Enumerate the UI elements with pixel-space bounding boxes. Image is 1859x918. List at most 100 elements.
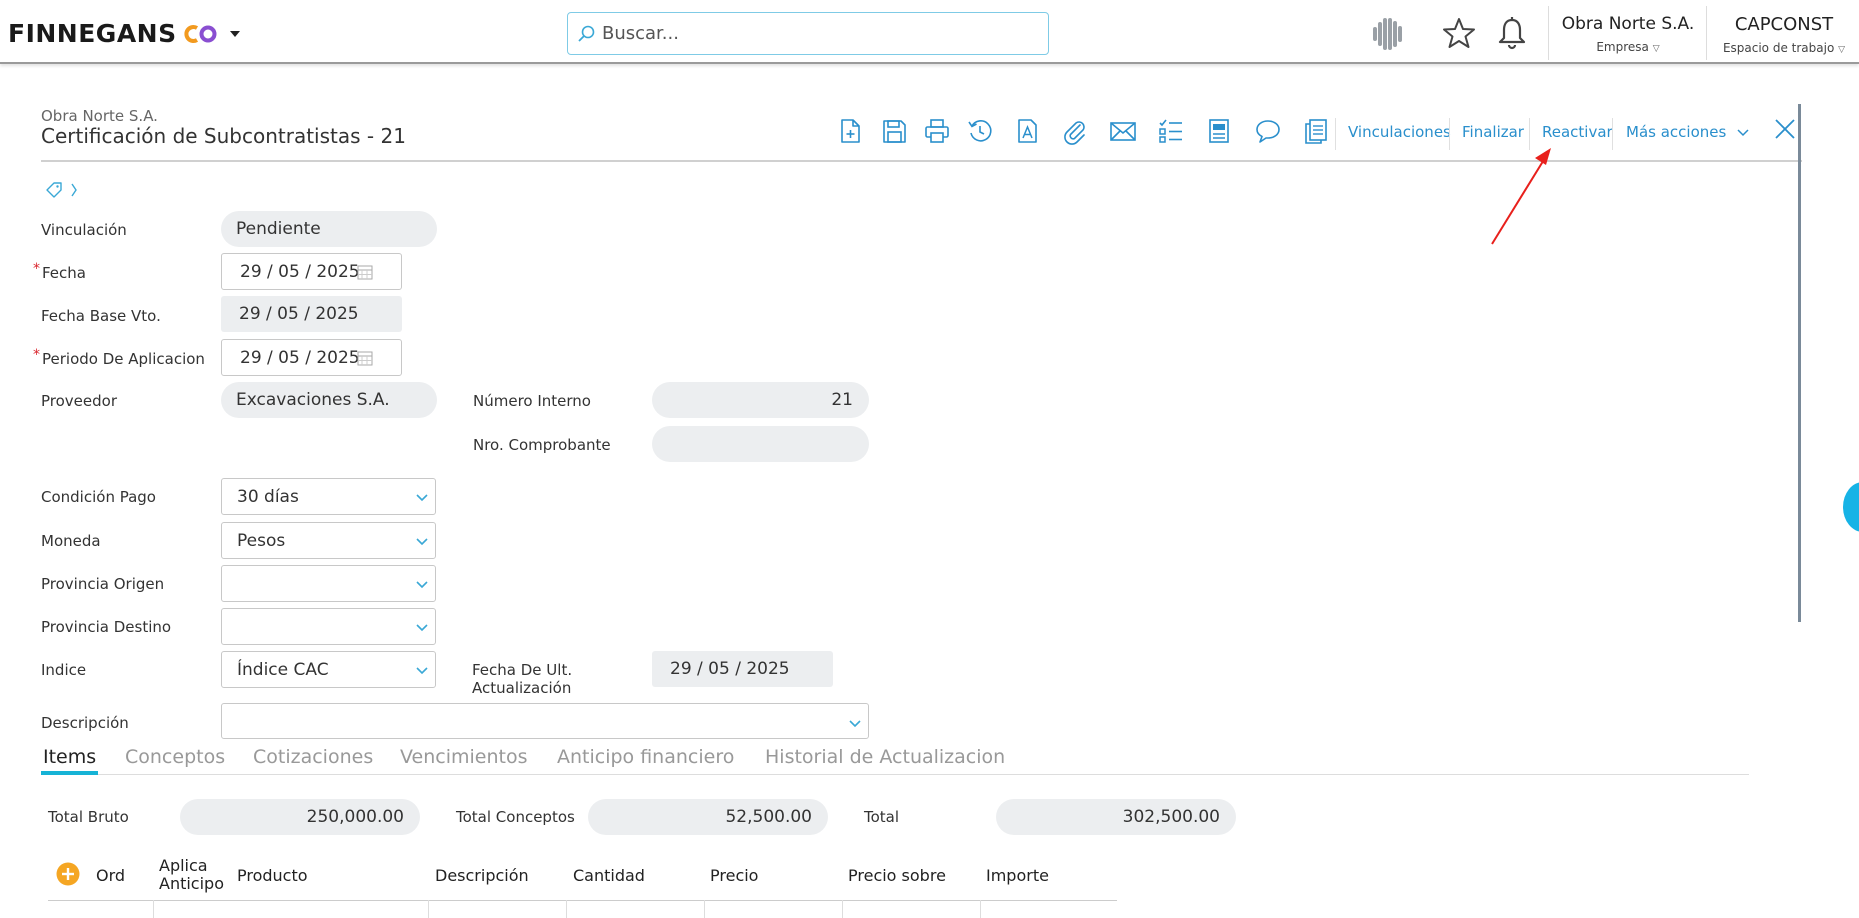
document-text-icon[interactable] xyxy=(1013,117,1041,145)
favorites-star-icon[interactable] xyxy=(1442,16,1476,50)
condicion-pago-select[interactable]: 30 días xyxy=(221,478,436,515)
column-header-importe[interactable]: Importe xyxy=(986,866,1049,885)
provincia-origen-label: Provincia Origen xyxy=(41,575,165,593)
divider xyxy=(1548,6,1549,60)
brand[interactable]: FINNEGANS xyxy=(8,19,241,48)
column-header-aplica-anticipo[interactable]: Aplica Anticipo xyxy=(159,857,224,893)
copy-icon[interactable] xyxy=(1302,117,1330,145)
attachment-icon[interactable] xyxy=(1061,117,1089,145)
fecha-label: Fecha xyxy=(42,264,86,282)
nro-comprobante-field xyxy=(652,426,869,462)
calendar-icon[interactable] xyxy=(357,264,373,280)
company-selector[interactable]: Obra Norte S.A. Empresa ▽ xyxy=(1550,14,1706,54)
brand-dropdown-icon[interactable] xyxy=(229,30,241,38)
floating-help-button[interactable] xyxy=(1843,482,1859,532)
column-header-descripcion[interactable]: Descripción xyxy=(435,866,529,885)
search-icon xyxy=(578,25,595,42)
fecha-value: 29 / 05 / 2025 xyxy=(240,261,360,282)
notifications-bell-icon[interactable] xyxy=(1497,16,1527,50)
column-header-producto[interactable]: Producto xyxy=(237,866,308,885)
periodo-label: Periodo De Aplicacion xyxy=(42,350,205,368)
workspace-sub-label: Espacio de trabajo xyxy=(1722,41,1835,55)
search-box[interactable] xyxy=(567,12,1049,55)
divider xyxy=(1529,118,1530,150)
new-document-icon[interactable] xyxy=(836,117,864,145)
header-company: Obra Norte S.A. xyxy=(41,107,158,125)
tag-icon[interactable] xyxy=(44,181,84,201)
chevron-down-icon xyxy=(416,624,428,632)
proveedor-label: Proveedor xyxy=(41,392,117,410)
column-header-precio[interactable]: Precio xyxy=(710,866,758,885)
scrollbar[interactable] xyxy=(1798,104,1801,622)
chevron-down-icon xyxy=(1737,128,1749,136)
periodo-date-input[interactable]: 29 / 05 / 2025 xyxy=(221,339,402,376)
header-divider xyxy=(41,160,1802,162)
vinculaciones-button[interactable]: Vinculaciones xyxy=(1348,123,1451,141)
fecha-ult-act-label-line1: Fecha De Ult. xyxy=(472,661,573,679)
periodo-value: 29 / 05 / 2025 xyxy=(240,347,360,368)
column-header-precio-sobre[interactable]: Precio sobre xyxy=(848,866,946,885)
moneda-select[interactable]: Pesos xyxy=(221,522,436,559)
divider xyxy=(1335,118,1336,150)
email-icon[interactable] xyxy=(1109,117,1137,145)
numero-interno-field: 21 xyxy=(652,382,869,418)
tab-historial-actualizacion[interactable]: Historial de Actualizacion xyxy=(765,746,1005,768)
descripcion-input[interactable] xyxy=(221,703,869,739)
indice-label: Indice xyxy=(41,661,87,679)
fecha-date-input[interactable]: 29 / 05 / 2025 xyxy=(221,253,402,290)
chevron-down-icon xyxy=(416,667,428,675)
tab-vencimientos[interactable]: Vencimientos xyxy=(400,746,527,768)
company-name: Obra Norte S.A. xyxy=(1561,14,1695,34)
tab-items[interactable]: Items xyxy=(43,746,96,768)
report-icon[interactable] xyxy=(1205,117,1233,145)
indice-value: Índice CAC xyxy=(237,659,329,680)
indice-select[interactable]: Índice CAC xyxy=(221,651,436,688)
add-row-icon[interactable] xyxy=(56,862,80,886)
tabs-divider xyxy=(41,774,1749,775)
calendar-icon[interactable] xyxy=(357,350,373,366)
moneda-label: Moneda xyxy=(41,532,101,550)
provincia-destino-label: Provincia Destino xyxy=(41,618,172,636)
proveedor-field: Excavaciones S.A. xyxy=(221,382,437,418)
search-input[interactable] xyxy=(602,23,1022,44)
required-marker: * xyxy=(33,347,40,363)
column-divider xyxy=(566,900,567,918)
comment-icon[interactable] xyxy=(1254,117,1282,145)
chevron-down-icon xyxy=(416,494,428,502)
print-icon[interactable] xyxy=(923,117,951,145)
workspace-name: CAPCONST xyxy=(1734,14,1834,35)
chevron-down-icon xyxy=(416,538,428,546)
column-header-aplica-line2: Anticipo xyxy=(159,874,224,893)
page-title: Certificación de Subcontratistas - 21 xyxy=(41,124,406,148)
tab-conceptos[interactable]: Conceptos xyxy=(125,746,225,768)
moneda-value: Pesos xyxy=(237,530,286,551)
provincia-destino-select[interactable] xyxy=(221,608,436,645)
condicion-pago-value: 30 días xyxy=(237,486,299,507)
history-icon[interactable] xyxy=(966,117,994,145)
close-icon[interactable] xyxy=(1772,116,1798,142)
provincia-origen-select[interactable] xyxy=(221,565,436,602)
column-divider xyxy=(704,900,705,918)
condicion-pago-label: Condición Pago xyxy=(41,488,156,506)
tab-cotizaciones[interactable]: Cotizaciones xyxy=(253,746,373,768)
workspace-selector[interactable]: CAPCONST Espacio de trabajo ▽ xyxy=(1712,14,1856,55)
company-sub-label: Empresa xyxy=(1596,40,1649,54)
more-actions-button[interactable]: Más acciones xyxy=(1626,123,1749,141)
fecha-ult-act-label-line2: Actualización xyxy=(472,679,572,697)
fecha-base-vto-label: Fecha Base Vto. xyxy=(41,307,161,325)
numero-interno-label: Número Interno xyxy=(473,392,591,410)
brand-logo-icon xyxy=(184,24,217,43)
chevron-down-icon[interactable] xyxy=(848,718,862,728)
divider xyxy=(1612,118,1613,150)
save-icon[interactable] xyxy=(880,117,908,145)
company-dropdown-icon: ▽ xyxy=(1652,44,1660,54)
column-header-ord[interactable]: Ord xyxy=(96,866,125,885)
user-avatar-icon[interactable] xyxy=(1368,14,1408,54)
checklist-icon[interactable] xyxy=(1157,117,1185,145)
column-header-cantidad[interactable]: Cantidad xyxy=(573,866,645,885)
total-bruto-label: Total Bruto xyxy=(48,808,129,826)
reactivar-button[interactable]: Reactivar xyxy=(1542,123,1613,141)
total-bruto-field: 250,000.00 xyxy=(180,799,420,835)
finalizar-button[interactable]: Finalizar xyxy=(1462,123,1524,141)
tab-anticipo-financiero[interactable]: Anticipo financiero xyxy=(557,746,734,768)
